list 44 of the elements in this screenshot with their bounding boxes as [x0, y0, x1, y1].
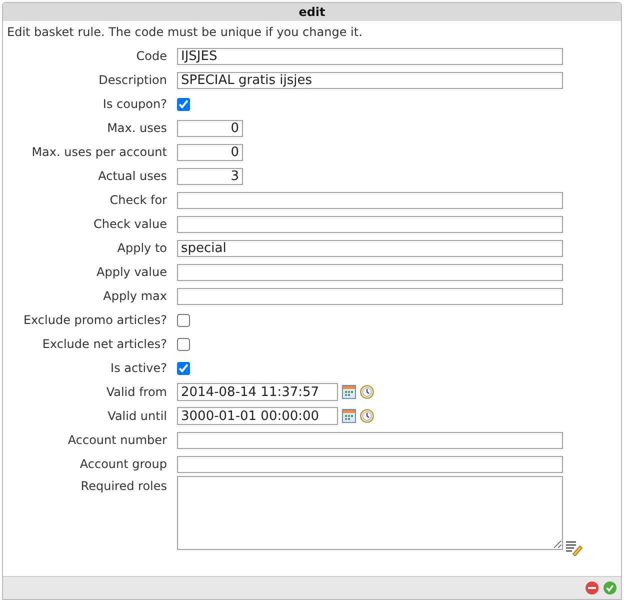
field-label: Actual uses [97, 168, 167, 185]
date-time-field[interactable]: 2014-08-14 11:37:57 [177, 383, 338, 401]
text-field[interactable] [177, 192, 563, 208]
checkbox[interactable] [177, 98, 190, 110]
window-title: edit [298, 4, 326, 21]
checkbox[interactable] [177, 314, 190, 326]
number-field[interactable]: 0 [177, 120, 243, 136]
field-label: Is active? [110, 360, 167, 377]
checkbox[interactable] [177, 338, 190, 350]
text-field[interactable] [177, 288, 563, 304]
field-label: Account group [78, 456, 167, 473]
field-label: Is coupon? [102, 96, 167, 113]
field-label: Apply value [96, 264, 167, 281]
field-label: Check for [108, 192, 167, 209]
field-label: Exclude promo articles? [22, 312, 167, 329]
text-field[interactable] [177, 216, 563, 232]
number-field[interactable]: 0 [177, 144, 243, 160]
edit-list-icon[interactable] [565, 540, 583, 556]
clock-icon[interactable] [360, 409, 374, 423]
field-label: Account number [66, 432, 167, 449]
intro-text: Edit basket rule. The code must be unique if you change it. [7, 24, 364, 41]
field-label: Max. uses [106, 120, 167, 137]
field-label: Required roles [80, 478, 167, 495]
field-label: Code [135, 48, 167, 65]
field-label: Valid from [105, 384, 167, 401]
confirm-icon[interactable] [603, 581, 617, 595]
text-field[interactable]: special [177, 240, 563, 256]
cancel-icon[interactable] [585, 581, 599, 595]
date-time-field[interactable]: 3000-01-01 00:00:00 [177, 407, 338, 425]
field-label: Apply max [102, 288, 167, 305]
field-label: Description [98, 72, 167, 89]
number-field[interactable]: 3 [177, 168, 243, 184]
text-field[interactable] [177, 432, 563, 448]
text-field[interactable] [177, 456, 563, 472]
field-label: Exclude net articles? [41, 336, 167, 353]
field-label: Check value [92, 216, 167, 233]
field-label: Apply to [116, 240, 167, 257]
field-label: Max. uses per account [30, 144, 167, 161]
text-field[interactable] [177, 264, 563, 280]
clock-icon[interactable] [360, 385, 374, 399]
text-field[interactable]: IJSJES [177, 48, 563, 64]
text-field[interactable]: SPECIAL gratis ijsjes [177, 72, 563, 88]
checkbox[interactable] [177, 362, 190, 374]
field-label: Valid until [106, 408, 167, 425]
